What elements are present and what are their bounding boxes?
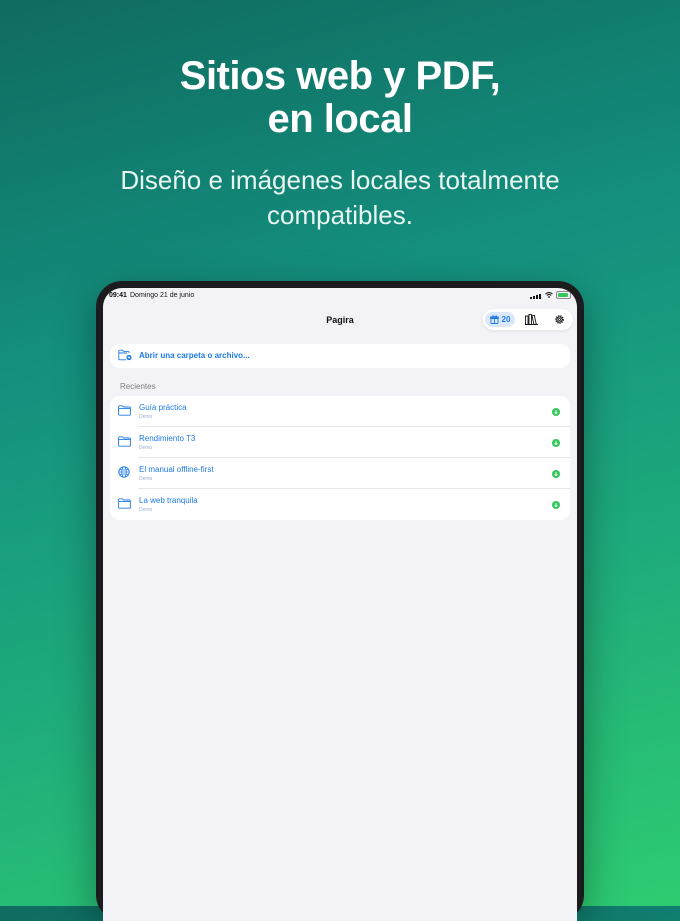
item-subtitle: Demo: [139, 476, 153, 482]
status-icons: [530, 291, 571, 299]
item-title: Rendimiento T3: [139, 434, 196, 443]
downloaded-icon: [552, 501, 560, 509]
folder-add-icon: [118, 349, 132, 361]
hero-subtitle: Diseño e imágenes locales totalmente com…: [0, 163, 680, 233]
hero-subtitle-line-1: Diseño e imágenes locales totalmente: [120, 165, 560, 195]
list-item[interactable]: Guía práctica Demo: [110, 396, 570, 427]
item-subtitle: Demo: [139, 445, 153, 451]
downloaded-icon: [552, 439, 560, 447]
open-folder-label: Abrir una carpeta o archivo...: [139, 351, 250, 360]
status-time: 09:41: [109, 292, 127, 299]
hero-subtitle-line-2: compatibles.: [267, 200, 413, 230]
signal-icon: [530, 292, 542, 299]
recents-header: Recientes: [120, 382, 156, 391]
folder-icon: [118, 498, 131, 509]
ipad-frame: 09:41 Domingo 21 de junio Pagira 20 Abri…: [96, 281, 584, 921]
library-button[interactable]: [523, 312, 539, 327]
app-screen: 09:41 Domingo 21 de junio Pagira 20 Abri…: [103, 288, 577, 921]
nav-toolbar: 20: [483, 309, 573, 330]
list-item[interactable]: Rendimiento T3 Demo: [110, 427, 570, 458]
gift-count: 20: [501, 315, 511, 324]
settings-button[interactable]: [551, 312, 567, 327]
downloaded-icon: [552, 470, 560, 478]
open-folder-button[interactable]: Abrir una carpeta o archivo...: [110, 344, 570, 368]
hero-title-line-1: Sitios web y PDF,: [179, 54, 501, 98]
item-subtitle: Demo: [139, 507, 153, 513]
status-bar: 09:41 Domingo 21 de junio: [103, 288, 577, 302]
gear-icon: [554, 315, 564, 324]
item-title: La web tranquila: [139, 496, 198, 505]
list-item[interactable]: La web tranquila Demo: [110, 489, 570, 520]
gift-button[interactable]: 20: [485, 312, 515, 327]
list-item[interactable]: El manual offline-first Demo: [110, 458, 570, 489]
globe-icon: [118, 466, 130, 478]
item-subtitle: Demo: [139, 414, 153, 420]
item-title: Guía práctica: [139, 403, 187, 412]
hero-title: Sitios web y PDF, en local: [0, 55, 680, 141]
gift-icon: [489, 315, 499, 324]
battery-icon: [556, 291, 571, 299]
item-title: El manual offline-first: [139, 465, 214, 474]
hero-title-line-2: en local: [267, 97, 413, 141]
folder-icon: [118, 436, 131, 447]
recents-list: Guía práctica Demo Rendimiento T3 Demo E…: [110, 396, 570, 520]
status-date: Domingo 21 de junio: [130, 292, 195, 299]
library-icon: [524, 314, 538, 325]
downloaded-icon: [552, 408, 560, 416]
wifi-icon: [545, 292, 553, 298]
folder-icon: [118, 405, 131, 416]
